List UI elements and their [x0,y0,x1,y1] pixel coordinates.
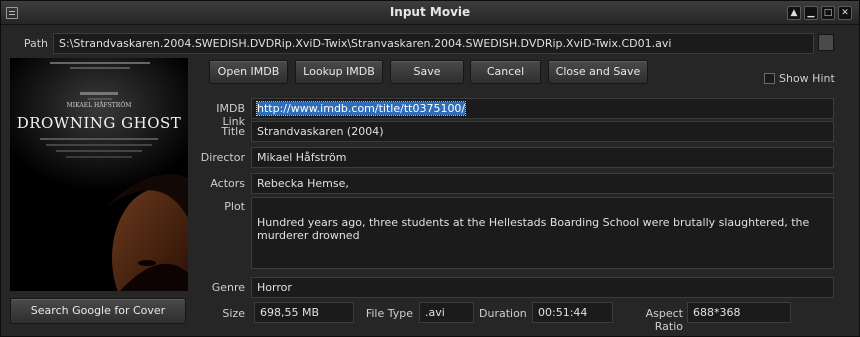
movie-poster: MIKAEL HÅFSTRÖM DROWNING GHOST [10,58,188,291]
open-imdb-button[interactable]: Open IMDB [209,60,288,84]
save-button[interactable]: Save [390,60,464,84]
collapse-icon[interactable]: ▲ [787,6,801,20]
lookup-imdb-button[interactable]: Lookup IMDB [295,60,383,84]
genre-label: Genre [211,281,245,294]
maximize-icon[interactable]: □ [821,6,835,20]
poster-image: MIKAEL HÅFSTRÖM DROWNING GHOST [10,58,188,291]
cancel-button[interactable]: Cancel [470,60,541,84]
title-input[interactable]: Strandvaskaren (2004) [251,121,834,142]
actors-input[interactable]: Rebecka Hemse, [251,173,834,194]
plot-label: Plot [224,200,245,213]
genre-input[interactable]: Horror [251,277,834,298]
poster-title: DROWNING GHOST [17,114,182,132]
plot-textarea[interactable]: Hundred years ago, three students at the… [251,197,834,269]
search-google-cover-button[interactable]: Search Google for Cover [10,298,186,324]
aspect-ratio-label: Aspect Ratio [645,307,683,333]
duration-label: Duration [479,307,527,320]
close-and-save-button[interactable]: Close and Save [548,60,648,84]
size-label: Size [222,307,245,320]
imdb-link-input[interactable]: http://www.imdb.com/title/tt0375100/ [251,98,834,119]
path-browse-button[interactable] [818,34,834,51]
close-icon[interactable]: ✕ [838,6,852,20]
imdb-link-text: http://www.imdb.com/title/tt0375100/ [255,101,467,116]
actors-label: Actors [210,177,245,190]
size-input[interactable]: 698,55 MB [254,302,354,323]
director-label: Director [200,151,245,164]
poster-credit: MIKAEL HÅFSTRÖM [67,101,132,109]
title-bar[interactable]: Input Movie ▲ ▁ □ ✕ [1,1,859,25]
show-hint-checkbox[interactable] [764,73,775,84]
director-input[interactable]: Mikael Håfström [251,147,834,168]
input-movie-window: Input Movie ▲ ▁ □ ✕ Path S:\Strandvaskar… [0,0,860,337]
file-type-label: File Type [365,307,413,320]
aspect-ratio-input[interactable]: 688*368 [687,302,791,323]
file-type-input[interactable]: .avi [419,302,474,323]
path-label: Path [23,37,48,50]
duration-input[interactable]: 00:51:44 [532,302,613,323]
path-input[interactable]: S:\Strandvaskaren.2004.SWEDISH.DVDRip.Xv… [53,33,814,54]
show-hint-label: Show Hint [779,72,835,85]
window-title: Input Movie [389,5,471,19]
title-label: Title [221,125,245,138]
minimize-icon[interactable]: ▁ [804,6,818,20]
